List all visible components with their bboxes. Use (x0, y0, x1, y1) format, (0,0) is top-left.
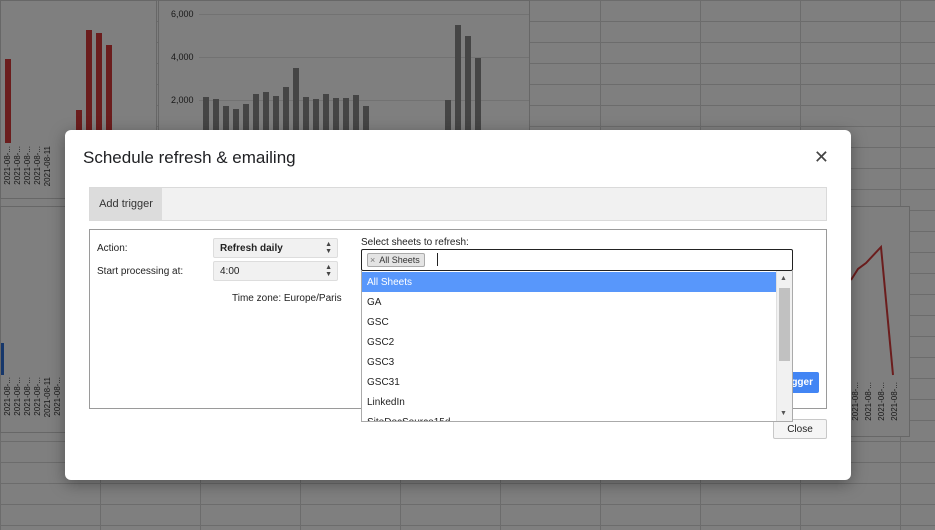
dropdown-option[interactable]: All Sheets (362, 272, 777, 292)
close-button[interactable]: Close (773, 419, 827, 439)
dropdown-option[interactable]: SiteDocSource15d (362, 412, 777, 422)
timezone-text: Time zone: Europe/Paris (232, 293, 342, 304)
close-icon[interactable]: ✕ (814, 148, 829, 166)
action-label: Action: (97, 243, 128, 254)
action-select-value: Refresh daily (220, 242, 283, 254)
sort-arrows-icon: ▲ ▼ (325, 264, 332, 278)
scroll-up-icon[interactable]: ▲ (780, 275, 787, 282)
scroll-down-icon[interactable]: ▼ (780, 410, 787, 417)
dropdown-option[interactable]: GA (362, 292, 777, 312)
sheets-dropdown: All Sheets GA GSC GSC2 GSC3 GSC31 Linked… (361, 271, 793, 422)
dropdown-option[interactable]: GSC31 (362, 372, 777, 392)
dropdown-option[interactable]: GSC2 (362, 332, 777, 352)
tab-add-trigger[interactable]: Add trigger (90, 188, 162, 220)
chip-remove-icon[interactable]: × (370, 255, 375, 265)
selected-sheet-chip: × All Sheets (367, 253, 425, 267)
text-cursor (437, 253, 438, 266)
sort-arrows-icon: ▲ ▼ (325, 241, 332, 255)
chip-label: All Sheets (379, 255, 420, 265)
sheets-label: Select sheets to refresh: (361, 237, 469, 248)
dialog-title: Schedule refresh & emailing (83, 148, 296, 167)
sheets-multiselect[interactable]: × All Sheets (361, 249, 793, 271)
action-select[interactable]: Refresh daily ▲ ▼ (213, 238, 338, 258)
scrollbar-thumb[interactable] (779, 288, 790, 361)
dropdown-option[interactable]: LinkedIn (362, 392, 777, 412)
tab-bar: Add trigger (89, 187, 827, 221)
dropdown-option[interactable]: GSC (362, 312, 777, 332)
start-label: Start processing at: (97, 266, 184, 277)
dropdown-option[interactable]: GSC3 (362, 352, 777, 372)
start-time-select[interactable]: 4:00 ▲ ▼ (213, 261, 338, 281)
start-time-value: 4:00 (220, 265, 240, 277)
dropdown-scrollbar[interactable]: ▲ ▼ (776, 271, 792, 421)
